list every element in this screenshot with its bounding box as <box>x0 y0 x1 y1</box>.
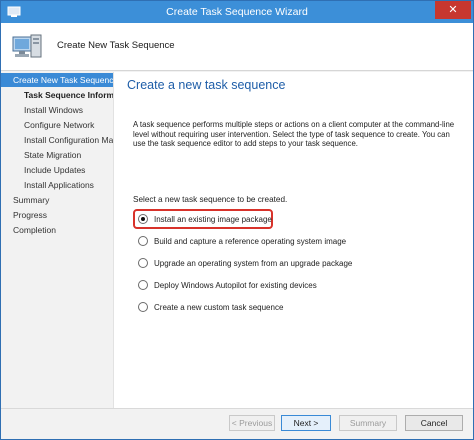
wizard-window: Create Task Sequence Wizard ✕ Create New… <box>0 0 474 440</box>
nav-step-summary[interactable]: Summary <box>1 193 113 207</box>
option-label: Build and capture a reference operating … <box>154 236 347 246</box>
wizard-footer: < Previous Next > Summary Cancel <box>1 408 473 439</box>
nav-step-create-new-task-sequence[interactable]: Create New Task Sequence <box>1 73 113 87</box>
option-build-and-capture[interactable]: Build and capture a reference operating … <box>138 234 346 248</box>
option-label: Upgrade an operating system from an upgr… <box>154 258 353 268</box>
header-title: Create New Task Sequence <box>57 40 175 51</box>
option-custom-task-sequence[interactable]: Create a new custom task sequence <box>138 300 283 314</box>
nav-step-install-windows[interactable]: Install Windows <box>1 103 113 117</box>
selection-prompt: Select a new task sequence to be created… <box>133 195 288 204</box>
radio-button[interactable] <box>138 236 148 246</box>
radio-button[interactable] <box>138 258 148 268</box>
radio-button[interactable] <box>138 302 148 312</box>
option-label: Install an existing image package <box>154 214 272 224</box>
nav-step-include-updates[interactable]: Include Updates <box>1 163 113 177</box>
option-install-existing-image[interactable]: Install an existing image package <box>138 212 272 226</box>
close-button[interactable]: ✕ <box>435 1 471 19</box>
computer-wizard-icon <box>12 34 42 58</box>
window-title: Create Task Sequence Wizard <box>166 6 308 18</box>
next-button[interactable]: Next > <box>281 415 331 431</box>
nav-step-install-configuration-manager[interactable]: Install Configuration Manager <box>1 133 113 147</box>
radio-button-checked[interactable] <box>138 214 148 224</box>
nav-step-task-sequence-information[interactable]: Task Sequence Information <box>1 88 113 102</box>
nav-step-state-migration[interactable]: State Migration <box>1 148 113 162</box>
title-bar: Create Task Sequence Wizard ✕ <box>1 1 473 23</box>
nav-step-completion[interactable]: Completion <box>1 223 113 237</box>
nav-step-configure-network[interactable]: Configure Network <box>1 118 113 132</box>
wizard-header: Create New Task Sequence <box>1 23 473 71</box>
cancel-button[interactable]: Cancel <box>405 415 463 431</box>
wizard-content-pane: Create a new task sequence A task sequen… <box>113 72 473 408</box>
option-label: Create a new custom task sequence <box>154 302 284 312</box>
nav-step-install-applications[interactable]: Install Applications <box>1 178 113 192</box>
wizard-step-nav: Create New Task Sequence Task Sequence I… <box>1 72 113 408</box>
nav-step-progress[interactable]: Progress <box>1 208 113 222</box>
option-deploy-autopilot[interactable]: Deploy Windows Autopilot for existing de… <box>138 278 317 292</box>
description-text: A task sequence performs multiple steps … <box>133 120 455 148</box>
previous-button[interactable]: < Previous <box>229 415 275 431</box>
page-heading: Create a new task sequence <box>127 78 286 92</box>
radio-button[interactable] <box>138 280 148 290</box>
option-label: Deploy Windows Autopilot for existing de… <box>154 280 317 290</box>
option-upgrade-os[interactable]: Upgrade an operating system from an upgr… <box>138 256 352 270</box>
summary-button[interactable]: Summary <box>339 415 397 431</box>
